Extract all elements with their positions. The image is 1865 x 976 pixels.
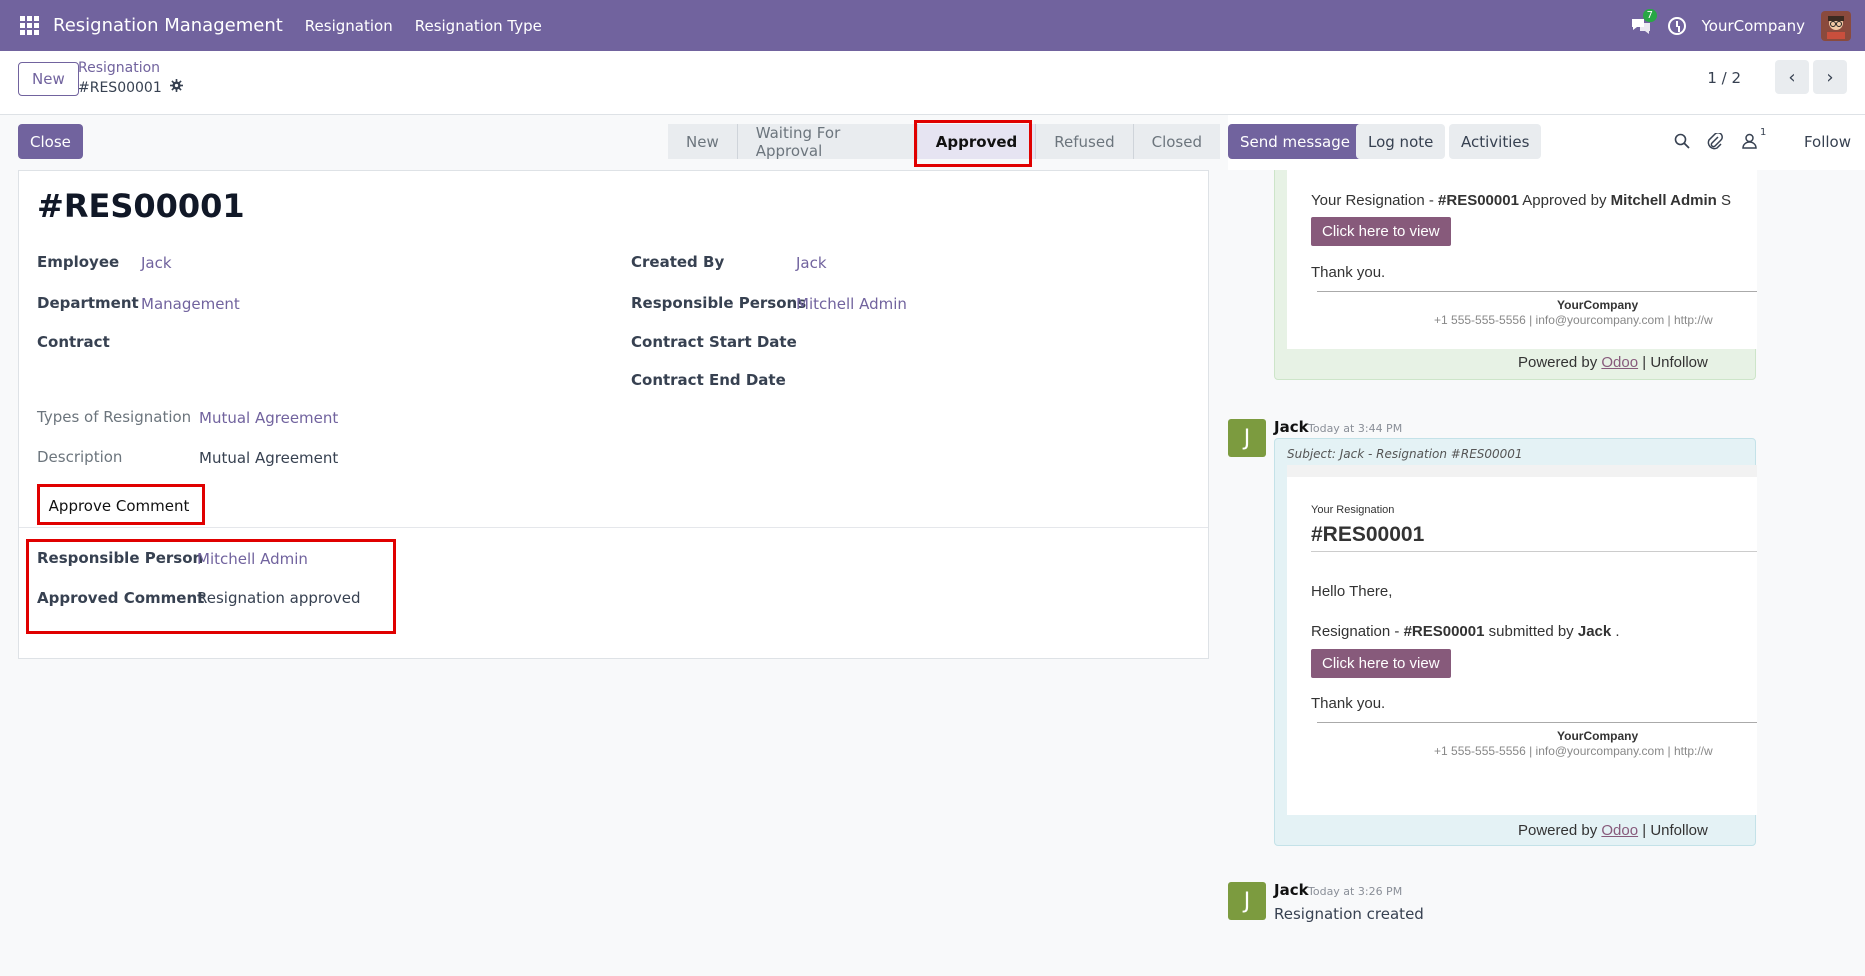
activity-clock-icon[interactable] [1667, 16, 1686, 35]
submitted-mail-hello: Hello There, [1311, 583, 1393, 600]
new-button[interactable]: New [18, 62, 79, 96]
approved-mail-thanks: Thank you. [1311, 264, 1386, 281]
stage-closed[interactable]: Closed [1133, 124, 1220, 159]
stage-refused[interactable]: Refused [1036, 124, 1134, 159]
user-avatar[interactable] [1821, 10, 1851, 41]
log-note-button[interactable]: Log note [1356, 124, 1446, 159]
message-approved-card: Your Resignation - #RES00001 Approved by… [1274, 170, 1757, 380]
follow-button[interactable]: Follow [1804, 133, 1851, 151]
approve-details-highlight [26, 539, 396, 634]
message-author[interactable]: Jack [1274, 418, 1309, 436]
message-subject: Subject: Jack - Resignation #RES00001 [1287, 447, 1523, 461]
apps-menu-icon[interactable] [20, 15, 40, 36]
approved-mail-body: Your Resignation - #RES00001 Approved by… [1287, 170, 1757, 349]
chatter-thread: Your Resignation - #RES00001 Approved by… [1228, 170, 1865, 976]
paperclip-icon[interactable] [1707, 132, 1723, 155]
approved-mail-company: YourCompany [1557, 298, 1639, 312]
approved-stage-highlight [914, 120, 1032, 167]
pager-previous-button[interactable]: ‹ [1775, 60, 1809, 94]
form-statusbar: Close New Waiting For Approval Approved … [0, 115, 1220, 170]
submitted-mail-separator [1317, 722, 1757, 723]
messaging-badge: 7 [1642, 8, 1657, 22]
message-author[interactable]: Jack [1274, 881, 1309, 899]
search-icon[interactable] [1674, 133, 1690, 153]
odoo-link[interactable]: Odoo [1601, 822, 1638, 839]
activities-button[interactable]: Activities [1449, 124, 1542, 159]
stage-waiting-for-approval[interactable]: Waiting For Approval [737, 124, 918, 160]
breadcrumb-parent[interactable]: Resignation [78, 60, 160, 76]
mail-header-strip [1287, 465, 1757, 477]
submitted-mail-small-heading: Your Resignation [1311, 504, 1395, 516]
chevron-left-icon: ‹ [1788, 66, 1796, 88]
approved-mail-contact: +1 555-555-5556 | info@yourcompany.com |… [1434, 313, 1713, 327]
unfollow-link[interactable]: | Unfollow [1638, 354, 1708, 371]
submitted-mail-view-button[interactable]: Click here to view [1311, 649, 1451, 678]
employee-label: Employee [37, 253, 120, 271]
message-submitted-card: Subject: Jack - Resignation #RES00001 Yo… [1274, 438, 1757, 846]
message-body: Resignation created [1274, 905, 1424, 923]
submitted-mail-heading-rule [1311, 551, 1757, 552]
submitted-mail-ref: #RES00001 [1311, 523, 1425, 546]
odoo-link[interactable]: Odoo [1601, 354, 1638, 371]
types-of-resignation-field[interactable]: Mutual Agreement [199, 409, 338, 427]
created-by-label: Created By [631, 253, 725, 271]
responsible-persons-label: Responsible Persons [631, 294, 807, 312]
description-field[interactable]: Mutual Agreement [199, 449, 338, 467]
contract-end-date-label: Contract End Date [631, 371, 786, 389]
approved-mail-line: Your Resignation - #RES00001 Approved by… [1311, 192, 1731, 209]
followers-icon[interactable] [1742, 133, 1757, 153]
responsible-persons-field[interactable]: Mitchell Admin [796, 295, 907, 313]
department-field[interactable]: Management [141, 295, 240, 313]
pager-next-button[interactable]: › [1813, 60, 1847, 94]
approved-mail-separator [1317, 291, 1757, 292]
chatter-topbar: Send message Log note Activities 1 Follo… [1228, 115, 1865, 170]
unfollow-link[interactable]: | Unfollow [1638, 822, 1708, 839]
submitted-mail-line: Resignation - #RES00001 submitted by Jac… [1311, 623, 1620, 640]
close-button[interactable]: Close [18, 124, 83, 159]
tab-divider [19, 527, 1208, 528]
message-time: Today at 3:44 PM [1308, 422, 1403, 435]
approved-mail-view-button[interactable]: Click here to view [1311, 217, 1451, 246]
chevron-right-icon: › [1826, 66, 1834, 88]
submitted-mail-company: YourCompany [1557, 729, 1639, 743]
breadcrumb-current-label: #RES00001 [78, 79, 162, 96]
app-title[interactable]: Resignation Management [53, 15, 283, 36]
approved-mail-powered: Powered by Odoo | Unfollow [1518, 354, 1708, 371]
submitted-mail-body: Your Resignation #RES00001 Hello There, … [1287, 477, 1757, 815]
followers-count: 1 [1760, 127, 1767, 138]
created-by-field[interactable]: Jack [796, 254, 827, 272]
submitted-mail-contact: +1 555-555-5556 | info@yourcompany.com |… [1434, 744, 1713, 758]
contract-start-date-label: Contract Start Date [631, 333, 797, 351]
submitted-mail-thanks: Thank you. [1311, 695, 1386, 712]
approve-comment-tab-highlight [37, 484, 205, 525]
messaging-icon[interactable]: 7 [1630, 8, 1657, 35]
send-message-button[interactable]: Send message [1228, 124, 1362, 159]
avatar[interactable]: J [1228, 882, 1266, 920]
submitted-mail-powered: Powered by Odoo | Unfollow [1518, 822, 1708, 839]
avatar[interactable]: J [1228, 419, 1266, 457]
form-sheet: #RES00001 Employee Jack Department Manag… [18, 170, 1209, 659]
breadcrumb-current: #RES00001 [78, 79, 183, 96]
message-time: Today at 3:26 PM [1308, 885, 1403, 898]
pager-value[interactable]: 1 / 2 [1707, 69, 1741, 87]
gear-icon[interactable] [169, 79, 183, 96]
employee-field[interactable]: Jack [141, 254, 172, 272]
department-label: Department [37, 294, 139, 312]
description-label: Description [37, 448, 123, 466]
contract-label: Contract [37, 333, 110, 351]
menu-resignation-type[interactable]: Resignation Type [415, 17, 542, 35]
company-switcher[interactable]: YourCompany [1702, 17, 1805, 35]
types-of-resignation-label: Types of Resignation [37, 408, 192, 426]
control-panel: New Resignation #RES00001 1 / 2 ‹ › [0, 51, 1865, 115]
top-navbar: Resignation Management Resignation Resig… [0, 0, 1865, 51]
record-title: #RES00001 [37, 187, 245, 225]
stage-new[interactable]: New [668, 124, 738, 159]
menu-resignation[interactable]: Resignation [305, 17, 393, 35]
